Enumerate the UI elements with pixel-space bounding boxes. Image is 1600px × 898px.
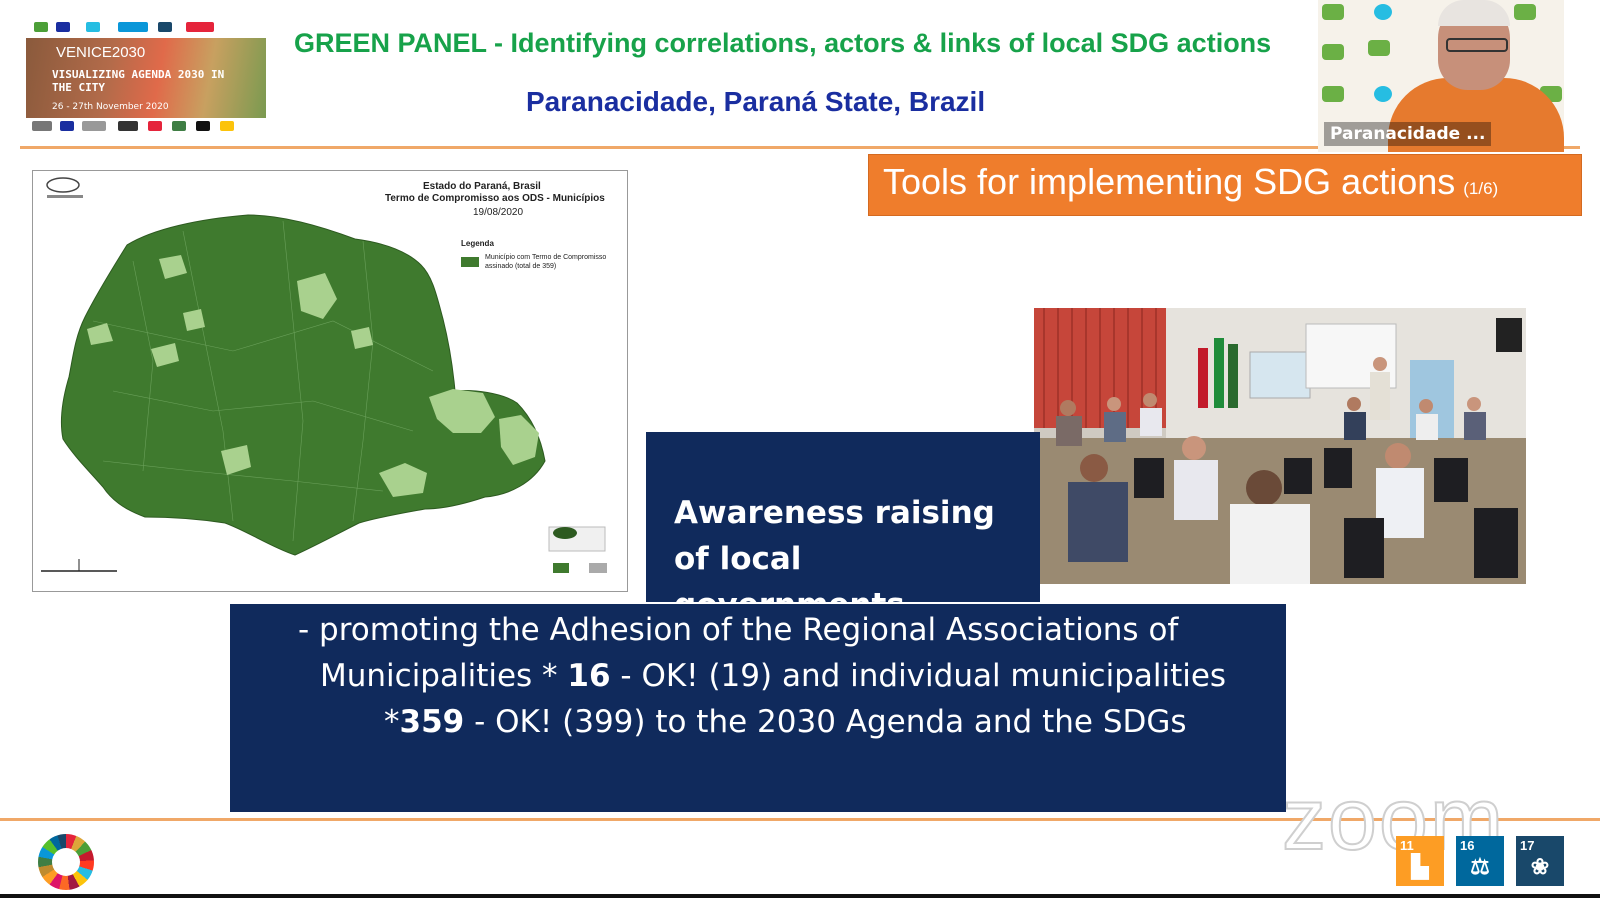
background-logo: [1322, 4, 1344, 20]
sponsor-logo: [220, 121, 234, 131]
background-logo: [1322, 86, 1344, 102]
flags: [1198, 338, 1238, 408]
slide-subtitle: Paranacidade, Paraná State, Brazil: [526, 86, 986, 117]
map-title-line2: Termo de Compromisso aos ODS - Município…: [385, 193, 605, 204]
adhesion-line-2: Municipalities * 16 - OK! (19) and indiv…: [320, 658, 1226, 694]
meeting-photo: [1034, 308, 1526, 584]
adhesion-line-1: - promoting the Adhesion of the Regional…: [298, 612, 1179, 648]
associations-count: 16: [567, 658, 611, 694]
adhesion-line-3-end: - OK! (399) to the 2030 Agenda and the S…: [464, 704, 1187, 740]
background-logo: [1514, 4, 1536, 20]
map-scale-bar: [41, 559, 117, 572]
sdg-wheel-center: [52, 848, 80, 876]
slide-title: GREEN PANEL - Identifying correlations, …: [294, 28, 1272, 58]
participant-hair: [1438, 0, 1510, 26]
sdg-tile-number: 16: [1460, 838, 1475, 853]
tools-banner-page: (1/6): [1463, 179, 1499, 198]
partner-logo: [56, 22, 70, 32]
background-logo: [1368, 40, 1390, 56]
meeting-photo-drawing: [1034, 308, 1526, 584]
city-icon: ▙: [1411, 854, 1429, 879]
background-logo: [1374, 4, 1392, 20]
participant-name-label: Paranacidade ...: [1324, 122, 1492, 146]
sdg-tile-number: 11: [1400, 838, 1414, 853]
partner-logo: [118, 22, 148, 32]
map-title-line1: Estado do Paraná, Brasil: [423, 181, 541, 192]
adhesion-line-3-start: *: [384, 704, 400, 740]
map-legend-swatch: [461, 257, 479, 267]
sponsor-logo: [118, 121, 138, 131]
participant-video-tile[interactable]: Paranacidade ...: [1318, 0, 1564, 152]
tools-banner-label: Tools for implementing SDG actions: [883, 161, 1456, 202]
sdg-tile-16: 16 ⚖: [1456, 836, 1504, 886]
map-drawing: [41, 177, 607, 573]
sponsor-logo: [82, 121, 106, 131]
partner-logo: [158, 22, 172, 32]
background-logo: [1322, 44, 1344, 60]
map-legend-title: Legenda: [461, 239, 494, 248]
tv-monitor: [1496, 318, 1522, 352]
event-year: VENICE2030: [56, 44, 146, 61]
partner-logos-strip: [26, 16, 266, 38]
presentation-banner: [1249, 351, 1311, 399]
awareness-box: Awareness raising of local governments: [646, 432, 1040, 623]
adhesion-line-2-end: - OK! (19) and individual municipalities: [610, 658, 1227, 694]
sdg-wheel-icon: [38, 834, 94, 890]
sponsor-logo: [148, 121, 162, 131]
sponsor-logo: [172, 121, 186, 131]
partner-logo: [34, 22, 48, 32]
background-logo: [1374, 86, 1392, 102]
adhesion-box: - promoting the Adhesion of the Regional…: [230, 604, 1286, 812]
flower-icon: ❀: [1530, 854, 1550, 879]
sponsor-logo: [32, 121, 52, 131]
sponsor-logo: [196, 121, 210, 131]
tools-banner-text: Tools for implementing SDG actions (1/6): [883, 161, 1498, 203]
sponsor-logo: [60, 121, 74, 131]
map-legend-item: Município com Termo de Compromisso assin…: [485, 254, 607, 270]
map-footer-logos: [548, 526, 607, 573]
municipalities-count: 359: [399, 704, 465, 740]
adhesion-line-3: *359 - OK! (399) to the 2030 Agenda and …: [384, 704, 1187, 740]
event-logo: VENICE2030 VISUALIZING AGENDA 2030 IN TH…: [26, 16, 266, 134]
dove-icon: ⚖: [1470, 854, 1490, 879]
partner-logo: [86, 22, 100, 32]
sdg-tile-11: 11 ▙: [1396, 836, 1444, 886]
partner-logo: [186, 22, 214, 32]
adhesion-line-2-start: Municipalities *: [320, 658, 568, 694]
event-title: VISUALIZING AGENDA 2030 IN THE CITY: [52, 68, 225, 94]
parana-map: Estado do Paraná, Brasil Termo de Compro…: [32, 170, 628, 592]
sdg-tile-number: 17: [1520, 838, 1535, 853]
sponsor-logos-strip: [26, 118, 266, 134]
participant-glasses: [1446, 38, 1508, 52]
sdg-tile-17: 17 ❀: [1516, 836, 1564, 886]
map-header-logo: [46, 177, 83, 198]
event-dates: 26 - 27th November 2020: [52, 102, 169, 112]
bottom-edge: [0, 894, 1600, 898]
tools-banner: Tools for implementing SDG actions (1/6): [868, 154, 1582, 216]
map-date: 19/08/2020: [473, 207, 524, 218]
